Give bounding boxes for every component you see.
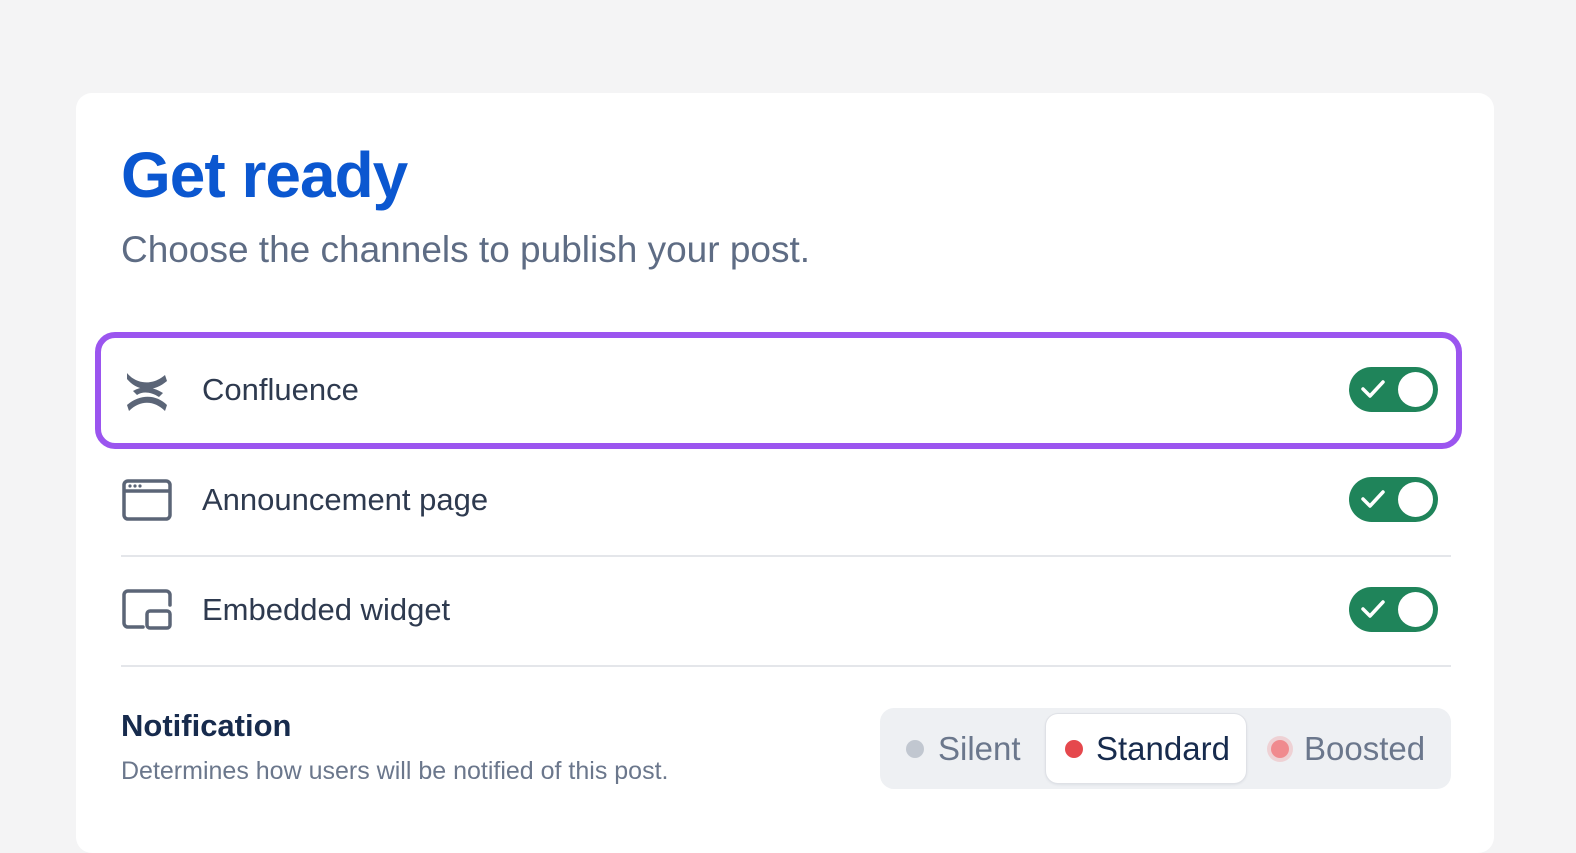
channel-label-embedded-widget: Embedded widget xyxy=(202,592,451,627)
notification-description: Determines how users will be notified of… xyxy=(121,757,669,785)
toggle-knob xyxy=(1398,592,1433,627)
toggle-knob xyxy=(1398,372,1433,407)
channel-row-announcement-page: Announcement page xyxy=(102,450,1450,550)
channel-row-confluence: Confluence xyxy=(102,340,1450,440)
notification-title: Notification xyxy=(121,708,292,743)
status-dot-icon xyxy=(1271,740,1289,758)
page-subtitle: Choose the channels to publish your post… xyxy=(121,229,811,270)
publish-card: Get ready Choose the channels to publish… xyxy=(76,93,1494,853)
browser-window-icon xyxy=(121,475,173,525)
page-title: Get ready xyxy=(121,139,408,211)
channel-label-confluence: Confluence xyxy=(202,372,359,407)
notification-option-label: Boosted xyxy=(1304,730,1426,767)
notification-option-silent[interactable]: Silent xyxy=(890,714,1040,783)
notification-option-standard[interactable]: Standard xyxy=(1046,714,1246,783)
toggle-embedded-widget[interactable] xyxy=(1349,587,1438,632)
check-icon xyxy=(1361,600,1385,618)
check-icon xyxy=(1361,380,1385,398)
channel-row-embedded-widget: Embedded widget xyxy=(102,560,1450,660)
notification-option-boosted[interactable]: Boosted xyxy=(1252,714,1442,783)
check-icon xyxy=(1361,490,1385,508)
divider xyxy=(121,555,1451,557)
confluence-logo-icon xyxy=(121,365,173,415)
divider xyxy=(121,665,1451,667)
notification-level-selector: Silent Standard Boosted xyxy=(880,708,1451,789)
embedded-widget-icon xyxy=(121,585,173,635)
status-dot-icon xyxy=(906,740,924,758)
notification-option-label: Standard xyxy=(1096,730,1230,767)
status-dot-icon xyxy=(1065,740,1083,758)
notification-option-label: Silent xyxy=(938,730,1021,767)
toggle-announcement-page[interactable] xyxy=(1349,477,1438,522)
channel-label-announcement-page: Announcement page xyxy=(202,482,489,517)
toggle-knob xyxy=(1398,482,1433,517)
toggle-confluence[interactable] xyxy=(1349,367,1438,412)
